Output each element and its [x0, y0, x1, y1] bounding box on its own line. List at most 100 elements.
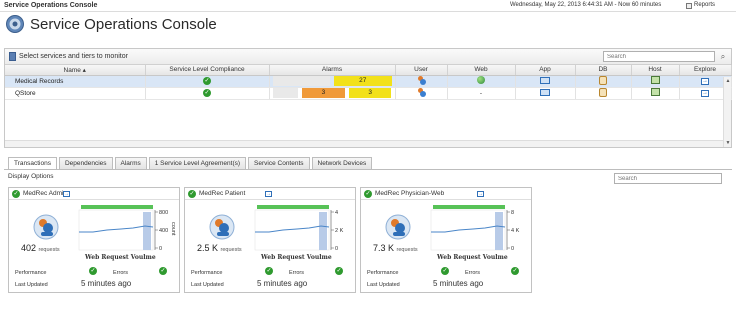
- performance-ok-icon: ✓: [265, 267, 273, 275]
- tick-label: 800: [159, 210, 168, 216]
- vertical-scrollbar[interactable]: ▲ ▼: [723, 77, 731, 147]
- user-icon[interactable]: [417, 87, 426, 97]
- status-bar: [257, 205, 329, 209]
- host-icon[interactable]: [650, 76, 660, 84]
- table-header-row: Name ▴ Service Level Compliance Alarms U…: [5, 65, 732, 76]
- reports-menu[interactable]: Reports: [694, 2, 715, 8]
- col-host[interactable]: Host: [631, 65, 680, 76]
- alarm-count-critical[interactable]: 3: [302, 88, 345, 98]
- errors-label: Errors: [113, 270, 128, 276]
- tab-network-devices[interactable]: Network Devices: [311, 157, 373, 169]
- display-options-link[interactable]: Display Options: [8, 173, 54, 180]
- db-cell[interactable]: [575, 75, 632, 88]
- tick-label: 0: [335, 246, 338, 252]
- alarms-cell[interactable]: 27: [269, 75, 396, 88]
- compliance-cell: ✓: [145, 87, 270, 100]
- search-icon[interactable]: ⌕: [716, 51, 730, 62]
- last-updated-value: 5 minutes ago: [81, 279, 132, 288]
- card-title[interactable]: MedRec Admin: [23, 190, 67, 197]
- request-count: 7.3 K requests: [373, 243, 418, 253]
- errors-ok-icon: ✓: [511, 267, 519, 275]
- tab-service-contents[interactable]: Service Contents: [248, 157, 310, 169]
- transaction-card[interactable]: ✓ MedRec Admin → 402 requests 800 400 0 …: [8, 187, 180, 293]
- drilldown-icon[interactable]: →: [477, 191, 484, 197]
- col-user[interactable]: User: [395, 65, 448, 76]
- tier-toolbar: Select services and tiers to monitor ⌕: [5, 49, 731, 65]
- drilldown-icon[interactable]: →: [63, 191, 70, 197]
- tick-label: 400: [159, 228, 168, 234]
- service-name[interactable]: Medical Records: [5, 75, 146, 88]
- chart-plot-area: [78, 209, 154, 251]
- alarm-count-critical[interactable]: [272, 76, 330, 86]
- app-cell[interactable]: [515, 87, 576, 100]
- col-web[interactable]: Web: [447, 65, 516, 76]
- time-range-selector[interactable]: Wednesday, May 22, 2013 6:44:31 AM - Now…: [510, 2, 661, 8]
- host-cell[interactable]: [631, 87, 680, 100]
- check-icon: ✓: [203, 77, 211, 85]
- web-cell[interactable]: [447, 75, 516, 88]
- compliance-cell: ✓: [145, 75, 270, 88]
- tab-dependencies[interactable]: Dependencies: [58, 157, 113, 169]
- col-app[interactable]: App: [515, 65, 576, 76]
- chart-plot-area: [254, 209, 330, 251]
- tick-label: 4 K: [511, 228, 520, 234]
- transactions-search-input[interactable]: [614, 173, 722, 184]
- gear-icon: [6, 15, 24, 33]
- database-icon[interactable]: [599, 87, 607, 97]
- horizontal-scrollbar[interactable]: [5, 140, 723, 147]
- tab-transactions[interactable]: Transactions: [8, 157, 57, 169]
- scroll-down-icon[interactable]: ▼: [724, 139, 732, 147]
- transaction-card[interactable]: ✓ MedRec Patient → 2.5 K requests 4 2 K …: [184, 187, 356, 293]
- table-row[interactable]: Medical Records ✓ 27 →: [5, 75, 732, 88]
- reports-icon[interactable]: [686, 3, 692, 9]
- host-icon[interactable]: [650, 88, 660, 96]
- explore-icon[interactable]: →: [701, 90, 709, 97]
- host-cell[interactable]: [631, 75, 680, 88]
- user-cell[interactable]: [395, 75, 448, 88]
- app-icon[interactable]: [540, 76, 550, 84]
- chart-plot-area: [430, 209, 506, 251]
- col-alarms[interactable]: Alarms: [269, 65, 396, 76]
- col-compliance[interactable]: Service Level Compliance: [145, 65, 270, 76]
- request-count: 2.5 K requests: [197, 243, 242, 253]
- services-search-input[interactable]: [603, 51, 715, 62]
- app-title: Service Operations Console: [4, 2, 98, 9]
- status-ok-icon: ✓: [188, 190, 196, 198]
- web-icon[interactable]: [477, 76, 485, 84]
- select-services-link[interactable]: Select services and tiers to monitor: [19, 53, 128, 60]
- users-icon: [33, 214, 59, 240]
- alarm-count-warning[interactable]: 27: [334, 76, 392, 86]
- service-name[interactable]: QStore: [5, 87, 146, 100]
- explore-icon[interactable]: →: [701, 78, 709, 85]
- performance-label: Performance: [15, 270, 47, 276]
- transaction-card[interactable]: ✓ MedRec Physician-Web → 7.3 K requests …: [360, 187, 532, 293]
- tab-alarms[interactable]: Alarms: [114, 157, 147, 169]
- tab-sla[interactable]: 1 Service Level Agreement(s): [148, 157, 247, 169]
- col-db[interactable]: DB: [575, 65, 632, 76]
- alarm-count-warning[interactable]: 3: [348, 88, 392, 98]
- database-icon[interactable]: [599, 75, 607, 85]
- last-updated-label: Last Updated: [15, 282, 48, 288]
- status-ok-icon: ✓: [364, 190, 372, 198]
- card-title[interactable]: MedRec Physician-Web: [375, 190, 444, 197]
- drilldown-icon[interactable]: →: [265, 191, 272, 197]
- user-cell[interactable]: [395, 87, 448, 100]
- alarms-cell[interactable]: 3 3: [269, 87, 396, 100]
- users-icon: [209, 214, 235, 240]
- chart-highlight-band: [143, 212, 151, 250]
- web-cell: -: [447, 87, 516, 100]
- tick-label: 0: [159, 246, 162, 252]
- app-cell[interactable]: [515, 75, 576, 88]
- tier-select-icon[interactable]: [9, 52, 16, 61]
- db-cell[interactable]: [575, 87, 632, 100]
- user-icon[interactable]: [417, 75, 426, 85]
- card-title[interactable]: MedRec Patient: [199, 190, 245, 197]
- col-name[interactable]: Name ▴: [5, 65, 146, 76]
- table-row[interactable]: QStore ✓ 3 3 - →: [5, 87, 732, 100]
- chart-title: Web Request Voulme: [85, 254, 156, 261]
- tab-divider: [4, 169, 732, 170]
- app-icon[interactable]: [540, 88, 550, 96]
- col-explore[interactable]: Explore: [679, 65, 732, 76]
- detail-tabs: Transactions Dependencies Alarms 1 Servi…: [8, 157, 374, 169]
- scroll-up-icon[interactable]: ▲: [724, 77, 732, 85]
